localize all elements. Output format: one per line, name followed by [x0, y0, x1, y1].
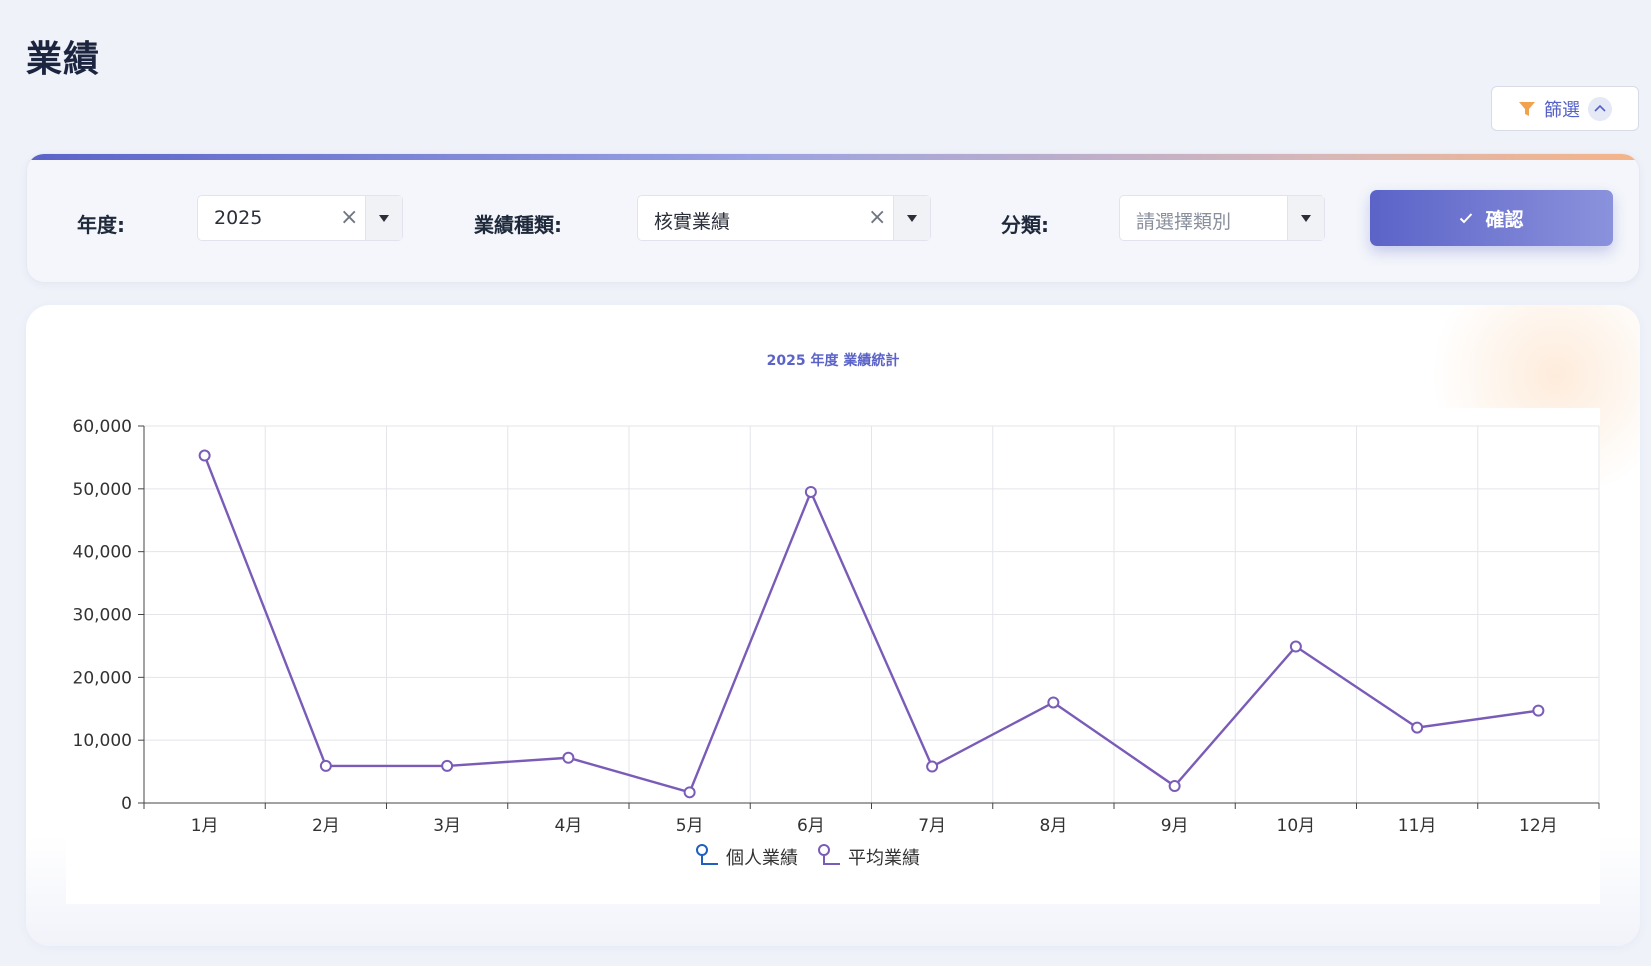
y-tick-label: 40,000	[73, 543, 132, 563]
data-point	[1532, 704, 1545, 717]
clear-icon[interactable]: ×	[868, 205, 886, 230]
chart-card: 0 10,000 20,000 30,000 40,000 50,000 60,000 1月 2…	[26, 305, 1640, 946]
data-point	[562, 751, 575, 764]
y-tick-label: 10,000	[73, 731, 132, 751]
data-point	[804, 485, 817, 498]
x-tick-label: 10月	[1277, 816, 1316, 836]
category-label: 分類:	[1001, 213, 1049, 237]
data-point	[1289, 640, 1302, 653]
x-tick-label: 5月	[676, 816, 704, 836]
x-tick-label: 11月	[1398, 816, 1437, 836]
legend-marker	[696, 844, 708, 856]
line-chart: 0 10,000 20,000 30,000 40,000 50,000 60,000 1月 2…	[73, 417, 1600, 869]
check-icon	[1460, 213, 1473, 224]
legend-marker	[818, 844, 830, 856]
data-point	[1411, 721, 1424, 734]
category-placeholder: 請選擇類別	[1136, 211, 1232, 233]
category-select[interactable]: 請選擇類別	[1119, 195, 1325, 241]
data-point	[926, 760, 939, 773]
x-tick-label: 7月	[918, 816, 946, 836]
y-tick-label: 30,000	[73, 606, 132, 626]
x-tick-label: 1月	[191, 816, 219, 836]
y-tick-label: 50,000	[73, 480, 132, 500]
legend-marker-line	[701, 855, 718, 865]
page-title: 業績	[26, 39, 101, 80]
dropdown-arrow-icon[interactable]	[1287, 196, 1324, 240]
filter-toggle-button[interactable]: 篩選	[1491, 86, 1639, 131]
funnel-icon	[1519, 101, 1535, 116]
data-point	[1047, 696, 1060, 709]
data-point	[319, 759, 332, 772]
legend-label: 個人業績	[726, 848, 798, 869]
data-point	[683, 786, 696, 799]
dropdown-arrow-icon[interactable]	[893, 196, 930, 240]
chart-title: 2025 年度 業績統計	[767, 352, 900, 369]
clear-icon[interactable]: ×	[340, 205, 358, 230]
chevron-up-icon[interactable]	[1588, 96, 1612, 121]
legend-marker-line	[823, 855, 840, 865]
accent-bar	[27, 154, 1639, 160]
confirm-label: 確認	[1485, 208, 1524, 231]
year-value: 2025	[214, 207, 263, 229]
data-point	[1168, 780, 1181, 793]
x-tick-label: 6月	[797, 816, 825, 836]
year-select[interactable]: 2025 ×	[197, 195, 403, 241]
x-tick-label: 3月	[433, 816, 461, 836]
data-point	[198, 449, 211, 462]
confirm-button[interactable]: 確認	[1370, 190, 1613, 246]
dropdown-arrow-icon[interactable]	[365, 196, 402, 240]
x-tick-label: 12月	[1519, 816, 1558, 836]
x-tick-label: 9月	[1161, 816, 1189, 836]
year-label: 年度:	[77, 213, 125, 237]
type-label: 業績種類:	[474, 213, 562, 237]
type-value: 核實業績	[654, 211, 731, 233]
legend-label: 平均業績	[848, 848, 920, 869]
type-select[interactable]: 核實業績 ×	[637, 195, 931, 241]
y-tick-label: 60,000	[73, 417, 132, 437]
data-point	[441, 759, 454, 772]
y-tick-label: 0	[121, 794, 132, 814]
filter-panel: 年度: 2025 × 業績種類: 核實業績 × 分類: 請選擇類別 確認	[26, 153, 1640, 283]
x-tick-label: 4月	[554, 816, 582, 836]
y-tick-label: 20,000	[73, 668, 132, 688]
filter-toggle-label: 篩選	[1544, 99, 1580, 121]
chart-area: 0 10,000 20,000 30,000 40,000 50,000 60,000 1月 2…	[66, 408, 1600, 904]
x-tick-label: 2月	[312, 816, 340, 836]
x-tick-label: 8月	[1039, 816, 1067, 836]
